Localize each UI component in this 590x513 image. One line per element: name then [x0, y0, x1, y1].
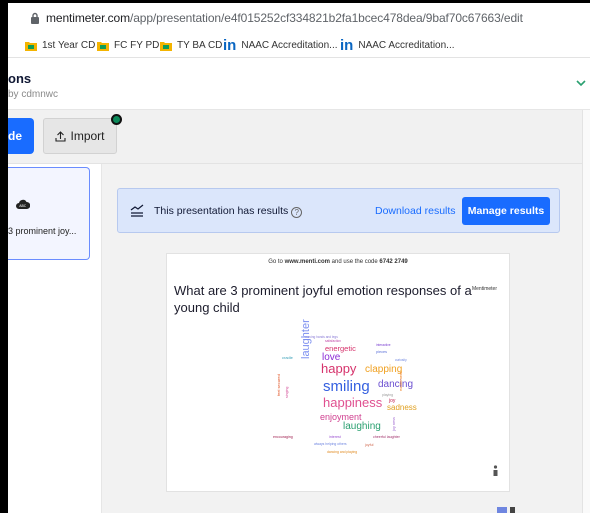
- drive-folder-icon: [160, 41, 172, 51]
- word-cloud-word: always helping others: [314, 442, 347, 446]
- join-code: 6742 2749: [379, 259, 408, 265]
- word-cloud-word: joyful: [365, 443, 374, 447]
- download-results-link[interactable]: Download results: [375, 205, 456, 217]
- word-cloud-word: happy: [321, 361, 357, 376]
- url-text[interactable]: mentimeter.com/app/presentation/e4f01525…: [46, 11, 523, 25]
- word-cloud-word: laughing: [343, 421, 381, 432]
- word-cloud-word: singing: [285, 386, 289, 398]
- join-prefix: Go to: [268, 259, 285, 265]
- bookmark-naac-2[interactable]: in NAAC Accreditation...: [340, 36, 455, 54]
- manage-results-button[interactable]: Manage results: [462, 197, 550, 225]
- word-cloud-word: pieces: [376, 350, 387, 354]
- linkedin-icon: in: [340, 36, 354, 54]
- word-cloud-word: curiosity: [395, 358, 407, 362]
- linkedin-icon: in: [223, 36, 237, 54]
- url-host: mentimeter.com: [46, 11, 130, 25]
- address-bar[interactable]: mentimeter.com/app/presentation/e4f01525…: [8, 3, 590, 31]
- import-label: Import: [70, 129, 105, 143]
- word-cloud-word: cheerful laughter: [373, 435, 400, 439]
- bookmark-1st-year-cd[interactable]: 1st Year CD: [25, 38, 95, 52]
- slide-preview[interactable]: Go to www.menti.com and use the code 674…: [166, 253, 510, 492]
- word-cloud-word: excitement: [398, 371, 403, 391]
- people-count-icon: [493, 465, 498, 476]
- results-chart-icon: [130, 204, 144, 217]
- word-cloud-word: laughter: [300, 319, 312, 359]
- main-editor-area: This presentation has results? Download …: [102, 164, 582, 513]
- join-instructions: Go to www.menti.com and use the code 674…: [167, 259, 509, 265]
- bookmark-label: 1st Year CD: [42, 39, 96, 51]
- drive-folder-icon: [25, 41, 37, 51]
- lock-icon[interactable]: [30, 12, 40, 24]
- bookmark-label: NAAC Accreditation...: [241, 39, 338, 51]
- word-cloud-word: satisfaction: [325, 339, 341, 343]
- editor-toolbar: de Import: [8, 110, 582, 164]
- results-message: This presentation has results?: [154, 205, 303, 218]
- url-path: /app/presentation/e4f015252cf334821b2fa1…: [129, 11, 523, 25]
- word-cloud-word: joy ness: [392, 417, 396, 431]
- bookmark-label: NAAC Accreditation...: [358, 39, 455, 51]
- presentation-owner: by cdmnwc: [8, 89, 59, 100]
- word-cloud: moving hands and legs satisfaction interac…: [273, 319, 437, 456]
- results-banner: This presentation has results? Download …: [117, 188, 560, 233]
- bookmark-fc-fy-pd[interactable]: FC FY PD: [97, 38, 159, 52]
- chevron-down-icon[interactable]: [574, 76, 588, 90]
- slide-thumbnail-selected[interactable]: ABC 3 prominent joy...: [8, 167, 90, 260]
- mentimeter-logo: Mentimeter: [471, 286, 497, 292]
- new-slide-button[interactable]: de: [8, 118, 34, 154]
- right-sidebar-edge: [582, 110, 590, 513]
- presentation-header: ons by cdmnwc: [8, 58, 590, 110]
- word-cloud-word: interactive: [376, 343, 391, 347]
- word-cloud-word: smiling: [323, 378, 370, 395]
- slide-thumbnail-label: 3 prominent joy...: [8, 226, 77, 236]
- import-button[interactable]: Import: [43, 118, 117, 154]
- upload-icon: [55, 130, 67, 142]
- word-cloud-word: dancing: [378, 379, 414, 390]
- word-cloud-word: playing: [382, 393, 394, 397]
- slides-panel: ABC 3 prominent joy...: [8, 164, 102, 513]
- drive-folder-icon: [97, 41, 109, 51]
- notification-badge: [111, 114, 122, 125]
- join-middle: and use the code: [330, 259, 380, 265]
- word-cloud-word: cradle: [282, 355, 293, 360]
- view-toggle-icon[interactable]: [497, 506, 525, 513]
- bookmark-naac-1[interactable]: in NAAC Accreditation...: [223, 36, 338, 54]
- word-cloud-word: interest: [329, 435, 341, 439]
- word-cloud-word: dancing and playing: [327, 450, 358, 454]
- word-cloud-word: feel secured: [276, 374, 281, 396]
- help-icon[interactable]: ?: [291, 207, 303, 218]
- word-cloud-word: happiness: [323, 395, 383, 410]
- presentation-title[interactable]: ons: [8, 71, 31, 86]
- bookmark-ty-ba-cd[interactable]: TY BA CD: [160, 38, 222, 52]
- word-cloud-word: sadness: [387, 403, 417, 412]
- bookmark-label: FC FY PD: [114, 39, 160, 51]
- bookmark-label: TY BA CD: [177, 39, 223, 51]
- results-message-text: This presentation has results: [154, 205, 289, 217]
- slide-question: What are 3 prominent joyful emotion resp…: [174, 283, 472, 315]
- word-cloud-icon: ABC: [16, 199, 30, 209]
- word-cloud-word: clapping: [365, 364, 403, 375]
- join-site: www.menti.com: [284, 259, 331, 265]
- word-cloud-word: encouraging: [273, 435, 293, 439]
- svg-text:ABC: ABC: [19, 204, 27, 208]
- bookmarks-bar: 1st Year CD FC FY PD TY BA CD in NAAC Ac…: [8, 31, 590, 58]
- window-frame-left: [0, 0, 8, 513]
